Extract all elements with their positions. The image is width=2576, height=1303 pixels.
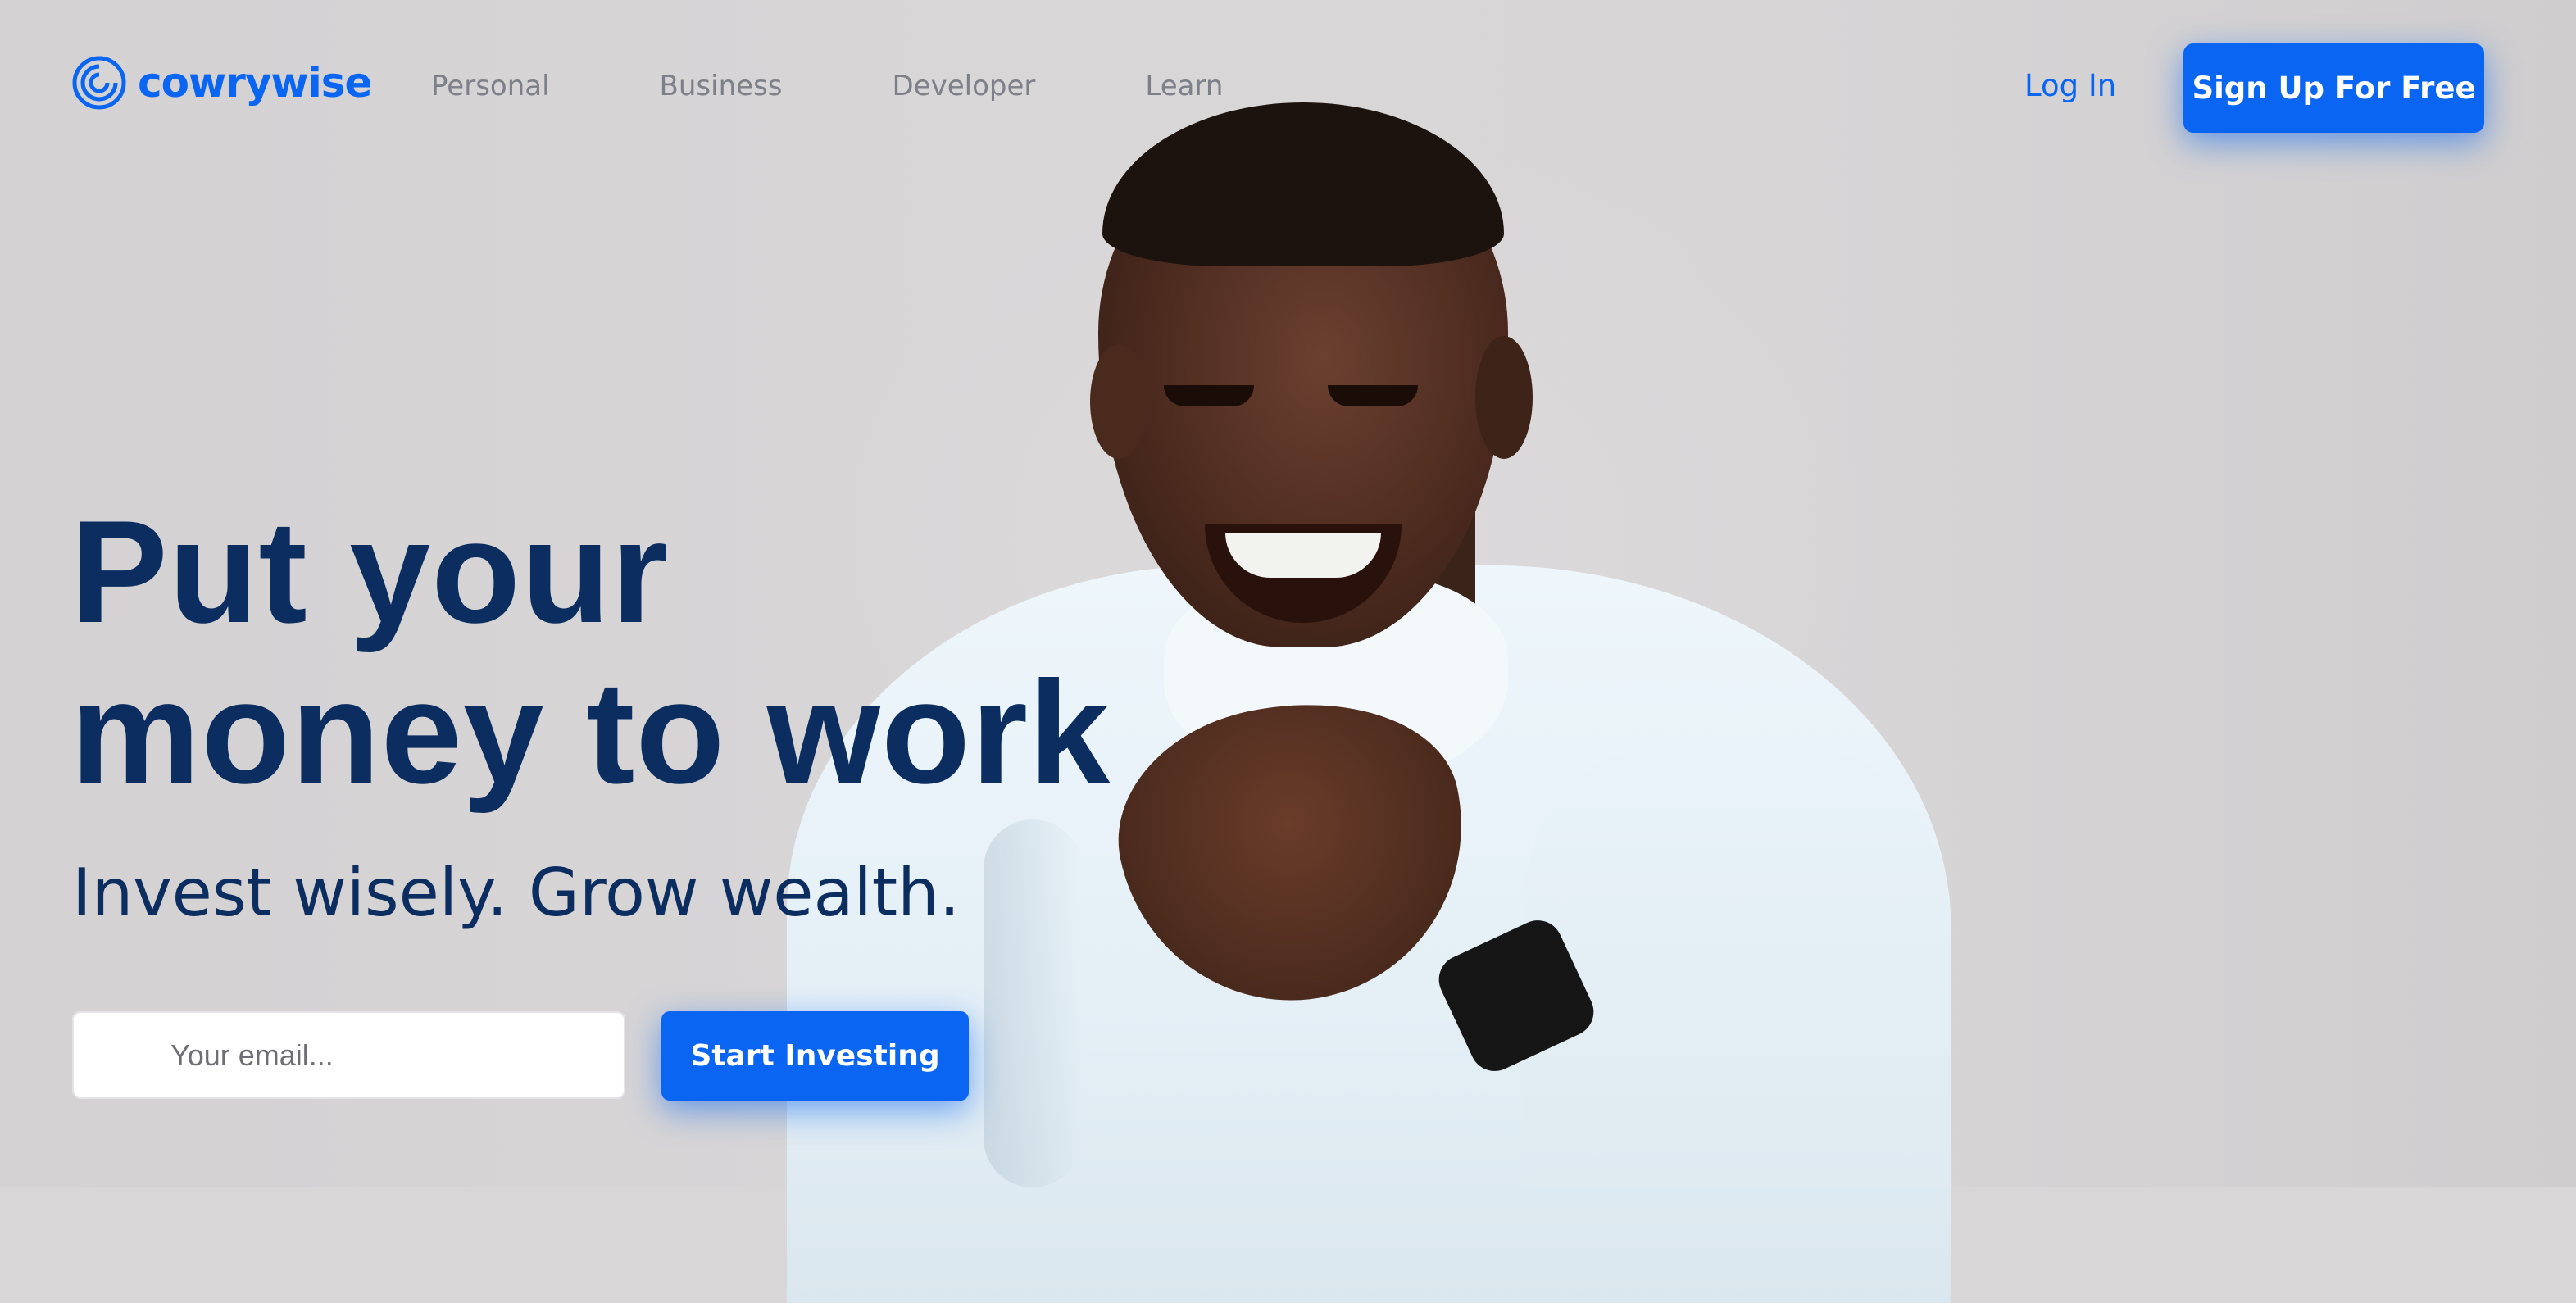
eye-right [1328,385,1418,406]
primary-nav: Personal Business Developer Learn [431,66,1333,107]
ear-left [1090,344,1147,459]
hero-headline-line-1: Put your [70,490,669,653]
teeth [1225,533,1381,578]
signup-button[interactable]: Sign Up For Free [2183,43,2484,133]
nav-link-business[interactable]: Business [660,66,783,107]
hero-headline: Put your money to work [70,492,1111,813]
eye-left [1164,385,1254,406]
nav-link-developer[interactable]: Developer [892,66,1035,107]
login-link[interactable]: Log In [2024,66,2116,107]
hero-headline-line-2: money to work [70,651,1111,814]
sleeve [1524,738,1951,1187]
cowrywise-spiral-logo-icon [72,56,126,110]
start-investing-button[interactable]: Start Investing [661,1011,969,1101]
email-input[interactable] [72,1011,625,1099]
nav-link-learn[interactable]: Learn [1145,66,1223,107]
hero-subheadline: Invest wisely. Grow wealth. [72,855,961,931]
ear-right [1475,336,1533,459]
top-navigation: cowrywise Personal Business Developer Le… [0,0,2576,176]
brand-name: cowrywise [138,59,372,107]
brand-logo-link[interactable]: cowrywise [72,56,372,110]
shirt-shadow [984,819,1082,1187]
nav-link-personal[interactable]: Personal [431,66,550,107]
